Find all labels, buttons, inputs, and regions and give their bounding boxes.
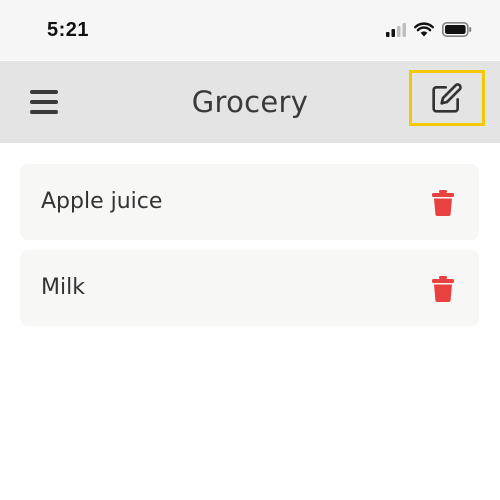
list-item[interactable]: Apple juice — [20, 164, 479, 240]
wifi-icon — [414, 22, 434, 37]
list-item[interactable]: Milk — [20, 250, 479, 326]
trash-icon[interactable] — [432, 190, 454, 216]
trash-icon[interactable] — [432, 276, 454, 302]
status-bar: 5:21 — [0, 0, 500, 60]
list-item-label: Milk — [41, 275, 85, 300]
status-icons — [386, 22, 472, 37]
signal-icon — [386, 22, 406, 37]
edit-button[interactable] — [409, 70, 485, 126]
list-item-label: Apple juice — [41, 189, 163, 214]
status-time: 5:21 — [47, 19, 90, 41]
edit-icon — [432, 83, 462, 113]
app-header: Grocery — [0, 61, 500, 143]
battery-icon — [442, 22, 472, 37]
